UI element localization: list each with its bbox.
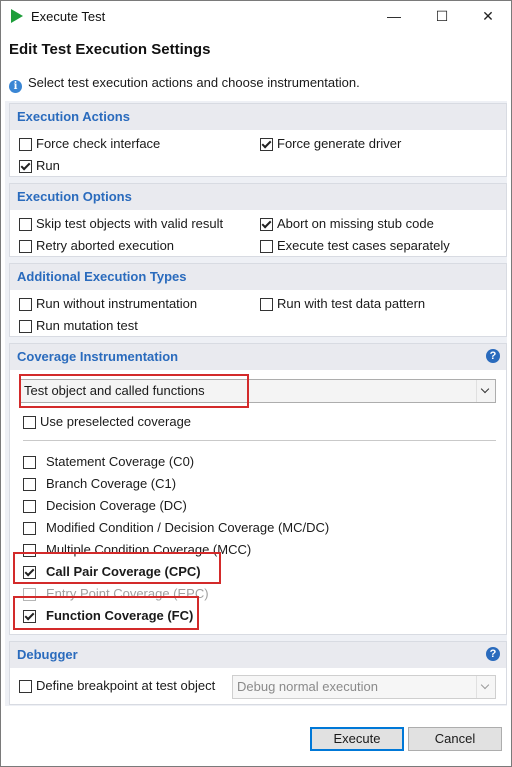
checkbox-label: Force check interface <box>36 136 161 151</box>
window-title: Execute Test <box>31 9 106 24</box>
additional-types-section: Additional Execution Types Run without i… <box>9 263 507 337</box>
checkbox-box[interactable] <box>260 240 273 253</box>
checkbox-label: Force generate driver <box>277 136 402 151</box>
checkbox-box[interactable] <box>19 240 32 253</box>
checkbox-label: Modified Condition / Decision Coverage (… <box>46 520 330 535</box>
cancel-button[interactable]: Cancel <box>408 727 502 751</box>
chevron-down-icon[interactable] <box>476 380 495 402</box>
checkbox-box[interactable] <box>19 298 32 311</box>
checkbox-label: Decision Coverage (DC) <box>46 498 187 513</box>
checkbox-label: Retry aborted execution <box>36 238 175 253</box>
debug-mode-select: Debug normal execution <box>232 675 496 699</box>
checkbox-label: Execute test cases separately <box>277 238 450 253</box>
execution-actions-section: Execution Actions Force check interface … <box>9 103 507 177</box>
checkbox-label: Abort on missing stub code <box>277 216 434 231</box>
section-header: Execution Options <box>10 184 506 210</box>
checkbox-box[interactable] <box>19 320 32 333</box>
maximize-button[interactable]: ☐ <box>419 1 465 31</box>
debugger-section: Debugger ? Define breakpoint at test obj… <box>9 641 507 705</box>
checkbox-box[interactable] <box>23 416 36 429</box>
chevron-down-icon <box>476 676 495 698</box>
execution-options-section: Execution Options Skip test objects with… <box>9 183 507 257</box>
select-value: Debug normal execution <box>237 679 378 694</box>
run-icon <box>11 9 23 23</box>
checkbox-label: Branch Coverage (C1) <box>46 476 177 491</box>
coverage-instrumentation-section: Coverage Instrumentation ? Test object a… <box>9 343 507 635</box>
checkbox-box[interactable] <box>23 478 36 491</box>
checkbox-box[interactable] <box>260 218 273 231</box>
red-highlight-box <box>19 374 249 408</box>
execution-actions-title: Execution Actions <box>17 109 130 124</box>
checkbox-label: Skip test objects with valid result <box>36 216 224 231</box>
section-header: Coverage Instrumentation ? <box>10 344 506 370</box>
checkbox-label: Define breakpoint at test object <box>36 678 216 693</box>
close-button[interactable]: ✕ <box>465 1 511 31</box>
checkbox-box[interactable] <box>19 680 32 693</box>
execute-button[interactable]: Execute <box>310 727 404 751</box>
section-header: Execution Actions <box>10 104 506 130</box>
checkbox-box[interactable] <box>23 522 36 535</box>
checkbox-box[interactable] <box>260 298 273 311</box>
additional-types-title: Additional Execution Types <box>17 269 187 284</box>
debugger-title: Debugger <box>17 647 78 662</box>
checkbox-box[interactable] <box>260 138 273 151</box>
help-icon[interactable]: ? <box>486 349 500 363</box>
checkbox-label: Run with test data pattern <box>277 296 426 311</box>
execute-test-window: Execute Test — ☐ ✕ Edit Test Execution S… <box>0 0 512 767</box>
checkbox-box[interactable] <box>23 456 36 469</box>
dialog-title: Edit Test Execution Settings <box>9 41 211 58</box>
title-bar: Execute Test — ☐ ✕ <box>1 1 511 31</box>
info-text: Select test execution actions and choose… <box>28 75 360 90</box>
settings-panel: Execution Actions Force check interface … <box>5 101 507 706</box>
red-highlight-box <box>13 596 199 630</box>
minimize-button[interactable]: — <box>371 1 417 31</box>
checkbox-box[interactable] <box>23 500 36 513</box>
section-header: Additional Execution Types <box>10 264 506 290</box>
checkbox-box[interactable] <box>19 160 32 173</box>
section-header: Debugger ? <box>10 642 506 668</box>
help-icon[interactable]: ? <box>486 647 500 661</box>
checkbox-label: Statement Coverage (C0) <box>46 454 195 469</box>
coverage-instrumentation-title: Coverage Instrumentation <box>17 349 179 364</box>
red-highlight-box <box>13 552 221 584</box>
checkbox-label: Run without instrumentation <box>36 296 198 311</box>
checkbox-label: Run mutation test <box>36 318 138 333</box>
info-message: i Select test execution actions and choos… <box>9 75 360 93</box>
checkbox-label: Run <box>36 158 60 173</box>
checkbox-box[interactable] <box>19 138 32 151</box>
divider <box>23 440 496 441</box>
checkbox-label: Use preselected coverage <box>40 414 192 429</box>
execution-options-title: Execution Options <box>17 189 132 204</box>
checkbox-box[interactable] <box>19 218 32 231</box>
info-icon: i <box>9 80 22 93</box>
